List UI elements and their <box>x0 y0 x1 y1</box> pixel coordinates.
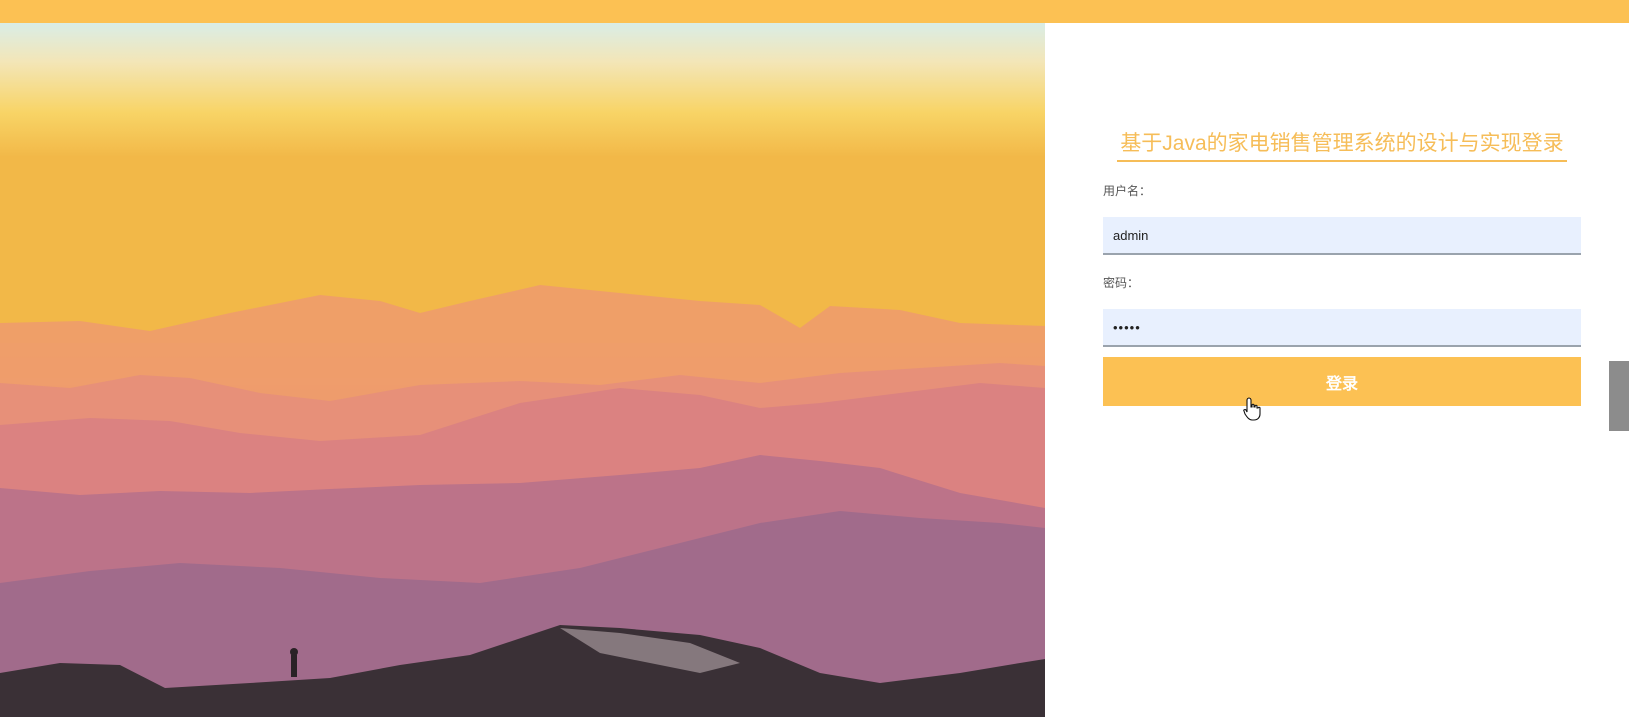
scrollbar-thumb[interactable] <box>1609 361 1629 431</box>
password-input[interactable] <box>1103 309 1581 347</box>
username-input[interactable] <box>1103 217 1581 255</box>
hand-pointer-icon <box>1243 397 1261 421</box>
login-panel: 基于Java的家电销售管理系统的设计与实现登录 用户名： 密码： 登录 <box>1103 23 1581 717</box>
hero-landscape-image <box>0 23 1045 717</box>
mountain-silhouettes <box>0 23 1045 717</box>
username-label: 用户名： <box>1103 184 1152 198</box>
login-title: 基于Java的家电销售管理系统的设计与实现登录 <box>1117 128 1567 162</box>
login-button[interactable]: 登录 <box>1103 357 1581 406</box>
top-accent-bar <box>0 0 1629 23</box>
password-label: 密码： <box>1103 276 1140 290</box>
